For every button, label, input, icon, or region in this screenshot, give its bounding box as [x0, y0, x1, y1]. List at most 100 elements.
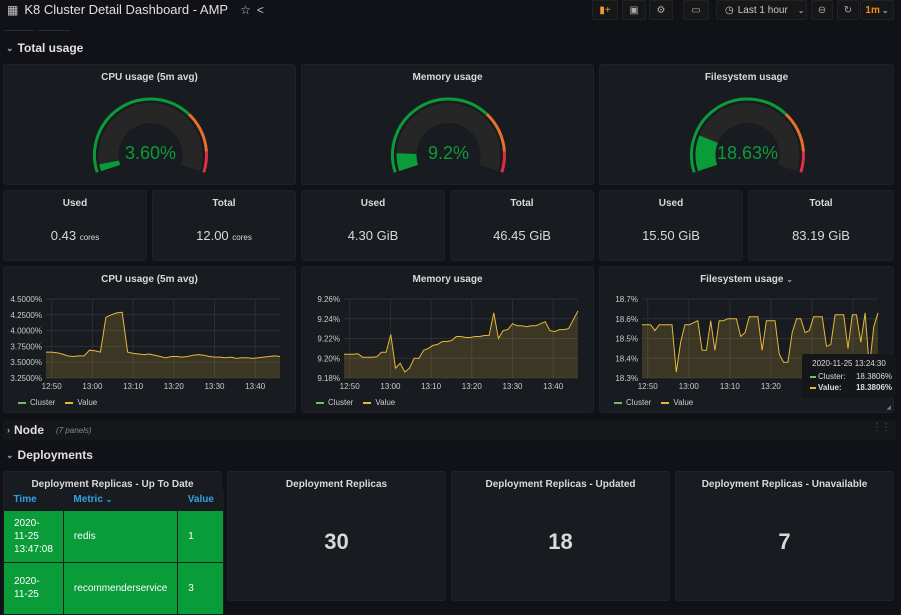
- x-tick-label: 13:20: [462, 382, 483, 391]
- graph-panel-memory[interactable]: Memory usage 9.26% 9.24% 9.22% 9.20% 9.18% 12…: [301, 266, 594, 413]
- gauge-value-arc: [695, 135, 719, 172]
- gauge-chart: 18.63%: [690, 97, 805, 173]
- x-tick-label: 13:30: [502, 382, 523, 391]
- refresh-interval-picker[interactable]: 1m ⌄: [860, 0, 894, 20]
- stat-number: 12.00: [196, 228, 229, 243]
- x-tick-label: 13:30: [204, 382, 225, 391]
- star-icon[interactable]: ☆: [240, 3, 251, 17]
- stat-panel-filesystem-total[interactable]: Total 83.19 GiB: [748, 190, 894, 261]
- column-header-metric[interactable]: Metric ⌄: [63, 490, 178, 510]
- panel-title: Deployment Replicas: [285, 479, 388, 490]
- settings-button[interactable]: ⚙: [649, 0, 673, 20]
- table-row: 2020-11-25 recommenderservice 3: [3, 561, 225, 615]
- chevron-right-icon: ›: [7, 425, 10, 435]
- zoom-out-button[interactable]: ⊖: [811, 0, 833, 20]
- chevron-down-icon: ⌄: [881, 5, 889, 15]
- stat-panel-deployment-replicas[interactable]: Deployment Replicas 30: [227, 471, 446, 601]
- stat-unit: cores: [79, 233, 100, 242]
- tv-mode-button[interactable]: ▭: [683, 0, 709, 20]
- y-tick-label: 9.22%: [317, 335, 340, 344]
- y-tick-label: 3.5000%: [10, 358, 42, 367]
- row-total-usage[interactable]: ⌄ Total usage: [6, 41, 83, 55]
- save-button[interactable]: ▣: [622, 0, 646, 20]
- x-tick-label: 13:20: [164, 382, 185, 391]
- gauge-threshold-red: [799, 151, 805, 173]
- stat-value: 30: [324, 529, 349, 554]
- cell-value: 3: [177, 561, 225, 615]
- y-tick-label: 18.5%: [615, 335, 638, 344]
- legend-item-cluster[interactable]: Cluster: [614, 398, 651, 407]
- stat-panel-cpu-used[interactable]: Used 0.43 cores: [3, 190, 147, 261]
- column-header-time[interactable]: Time: [3, 490, 64, 510]
- row-deployments[interactable]: ⌄ Deployments: [6, 448, 93, 462]
- y-tick-label: 4.5000%: [10, 295, 42, 304]
- legend-item-cluster[interactable]: Cluster: [18, 398, 55, 407]
- y-tick-label: 3.2500%: [10, 374, 42, 383]
- legend-item-cluster[interactable]: Cluster: [316, 398, 353, 407]
- share-icon[interactable]: <: [257, 3, 264, 17]
- cell-value: 1: [177, 509, 225, 563]
- legend-item-value[interactable]: Value: [65, 398, 97, 407]
- resize-handle-icon[interactable]: ◢: [886, 404, 891, 411]
- gauge-panel-memory[interactable]: Memory usage 9.2%: [301, 64, 594, 185]
- y-tick-label: 4.2500%: [10, 311, 42, 320]
- y-tick-label: 9.26%: [317, 295, 340, 304]
- stat-value: 4.30 GiB: [347, 228, 399, 243]
- row-title: Total usage: [17, 41, 84, 55]
- x-tick-label: 13:00: [380, 382, 401, 391]
- dashboard-grid-icon[interactable]: ▦: [7, 3, 18, 17]
- gauge-chart: 9.2%: [391, 97, 506, 173]
- top-bar: ▦ K8 Cluster Detail Dashboard - AMP ☆ < …: [0, 0, 901, 22]
- gauge-value-text: 18.63%: [717, 143, 778, 163]
- divider: [38, 30, 70, 31]
- legend-item-value[interactable]: Value: [363, 398, 395, 407]
- panel-title: Deployment Replicas - Up To Date: [31, 479, 194, 490]
- graph-panel-cpu[interactable]: CPU usage (5m avg) 4.5000% 4.2500% 4.0000%…: [3, 266, 296, 413]
- row-title: Deployments: [17, 448, 93, 462]
- x-tick-label: 13:00: [82, 382, 103, 391]
- gauge-threshold-red: [500, 151, 506, 173]
- divider: [4, 30, 34, 31]
- stat-panel-memory-used[interactable]: Used 4.30 GiB: [301, 190, 445, 261]
- cell-metric: recommenderservice: [62, 561, 179, 615]
- zoom-out-icon: ⊖: [817, 4, 827, 16]
- gauge-panel-filesystem[interactable]: Filesystem usage 18.63%: [599, 64, 894, 185]
- panel-title: Total: [510, 198, 534, 209]
- refresh-button[interactable]: ↻: [837, 0, 859, 20]
- drag-handle-icon[interactable]: ⋮⋮: [872, 422, 891, 433]
- gauge-value-arc: [396, 153, 419, 172]
- clock-icon: ◷: [725, 4, 734, 16]
- legend-item-value[interactable]: Value: [661, 398, 693, 407]
- stat-unit: cores: [232, 233, 252, 242]
- row-panel-count: (7 panels): [56, 425, 92, 435]
- refresh-icon: ↻: [843, 4, 853, 16]
- stat-panel-filesystem-used[interactable]: Used 15.50 GiB: [599, 190, 743, 261]
- stat-panel-deployment-updated[interactable]: Deployment Replicas - Updated 18: [451, 471, 670, 601]
- stat-value: 7: [778, 529, 791, 554]
- gauge-panel-cpu[interactable]: CPU usage (5m avg) 3.60%: [3, 64, 296, 185]
- x-tick-label: 13:10: [123, 382, 144, 391]
- add-panel-button[interactable]: ▮+: [592, 0, 618, 20]
- row-node[interactable]: › Node (7 panels) ⋮⋮: [3, 420, 896, 440]
- chevron-down-icon: ⌄: [6, 42, 14, 53]
- x-tick-label: 13:10: [421, 382, 442, 391]
- dashboard-title[interactable]: K8 Cluster Detail Dashboard - AMP: [24, 2, 228, 17]
- stat-panel-cpu-total[interactable]: Total 12.00 cores: [152, 190, 296, 261]
- add-panel-icon: ▮+: [599, 4, 611, 16]
- gauge-value-text: 9.2%: [428, 143, 469, 163]
- legend: Cluster Value: [614, 398, 693, 407]
- panel-title: Used: [658, 198, 684, 209]
- sort-desc-icon: ⌄: [105, 495, 113, 505]
- stat-panel-deployment-unavailable[interactable]: Deployment Replicas - Unavailable 7: [675, 471, 894, 601]
- y-tick-label: 18.3%: [615, 374, 638, 383]
- y-tick-label: 4.0000%: [10, 327, 42, 336]
- series-line-value: [46, 311, 281, 359]
- x-tick-label: 12:50: [340, 382, 361, 391]
- column-header-value[interactable]: Value: [177, 490, 224, 510]
- time-range-picker[interactable]: ◷ Last 1 hour ⌄: [716, 0, 807, 20]
- stat-panel-memory-total[interactable]: Total 46.45 GiB: [450, 190, 594, 261]
- chevron-down-icon: ⌄: [6, 449, 14, 460]
- y-tick-label: 9.20%: [317, 354, 340, 363]
- series-area-value: [46, 312, 280, 378]
- stat-number: 0.43: [50, 228, 77, 243]
